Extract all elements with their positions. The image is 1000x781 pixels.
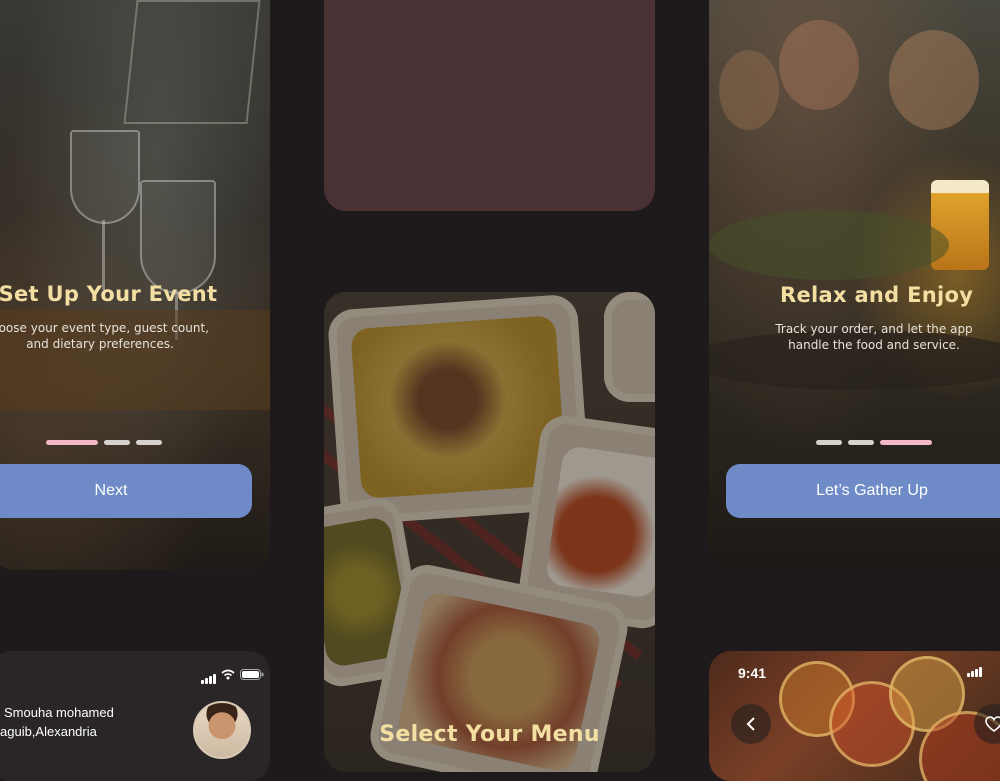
signal-icon — [967, 667, 982, 677]
battery-icon — [240, 665, 264, 684]
page-dot — [136, 440, 162, 445]
onboarding-card-relax: Relax and Enjoy Track your order, and le… — [709, 0, 1000, 570]
page-dot — [816, 440, 842, 445]
back-button[interactable] — [731, 704, 771, 744]
wifi-icon — [221, 665, 235, 684]
slide-title: Set Up Your Event — [0, 282, 218, 306]
page-indicator — [46, 440, 162, 445]
signal-icon — [201, 674, 216, 684]
status-bar — [201, 665, 264, 684]
page-dot — [848, 440, 874, 445]
page-dot-active — [46, 440, 98, 445]
lets-gather-up-button[interactable]: Let’s Gather Up — [726, 464, 1000, 518]
chevron-left-icon — [746, 717, 755, 731]
glass-decoration — [70, 130, 140, 224]
slide-title: Relax and Enjoy — [780, 283, 974, 307]
recipe-detail-card: 9:41 — [709, 651, 1000, 781]
onboarding-card-setup: Set Up Your Event hoose your event type,… — [0, 0, 270, 570]
heart-icon — [985, 716, 1000, 732]
status-time: 9:41 — [738, 665, 767, 681]
slide-title: Select Your Menu — [379, 722, 600, 747]
placeholder-card — [324, 0, 655, 211]
address-line-1: Smouha mohamed — [4, 705, 114, 720]
page-indicator — [816, 440, 932, 445]
avatar[interactable] — [193, 701, 251, 759]
page-dot-active — [880, 440, 932, 445]
onboarding-card-menu: Select Your Menu — [324, 292, 655, 772]
address-card: Smouha mohamed aguib,Alexandria — [0, 651, 270, 781]
lantern-decoration — [123, 0, 261, 124]
glass-decoration — [140, 180, 216, 294]
status-bar — [967, 667, 982, 677]
page-dot — [104, 440, 130, 445]
slide-description: hoose your event type, guest count, and … — [0, 321, 209, 351]
address-line-2: aguib,Alexandria — [0, 724, 97, 739]
next-button[interactable]: Next — [0, 464, 252, 518]
slide-description: Track your order, and let the app handle… — [775, 322, 973, 352]
